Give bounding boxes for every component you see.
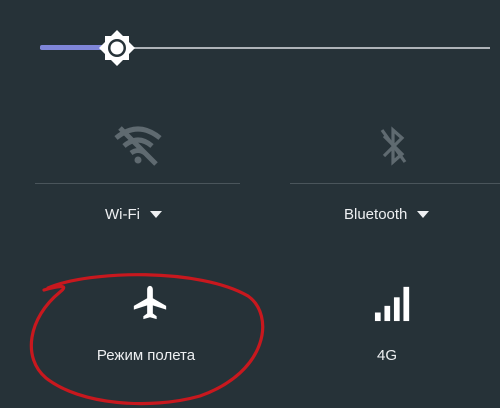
wifi-divider	[35, 183, 240, 184]
airplane-icon	[133, 285, 167, 320]
chevron-down-icon	[149, 210, 162, 218]
cellular-label: 4G	[376, 347, 398, 364]
wifi-off-icon	[113, 126, 162, 166]
brightness-slider[interactable]	[40, 30, 490, 66]
bluetooth-label: Bluetooth	[344, 206, 408, 223]
bluetooth-divider	[290, 183, 500, 184]
chevron-down-icon	[417, 210, 430, 218]
brightness-icon[interactable]	[97, 28, 137, 68]
bluetooth-off-icon	[380, 126, 406, 166]
bluetooth-dropdown[interactable]: Bluetooth	[344, 206, 430, 223]
signal-bars-icon	[374, 286, 409, 322]
wifi-dropdown[interactable]: Wi-Fi	[105, 206, 162, 223]
wifi-label: Wi-Fi	[105, 206, 140, 223]
airplane-mode-label: Режим полета	[96, 347, 196, 364]
